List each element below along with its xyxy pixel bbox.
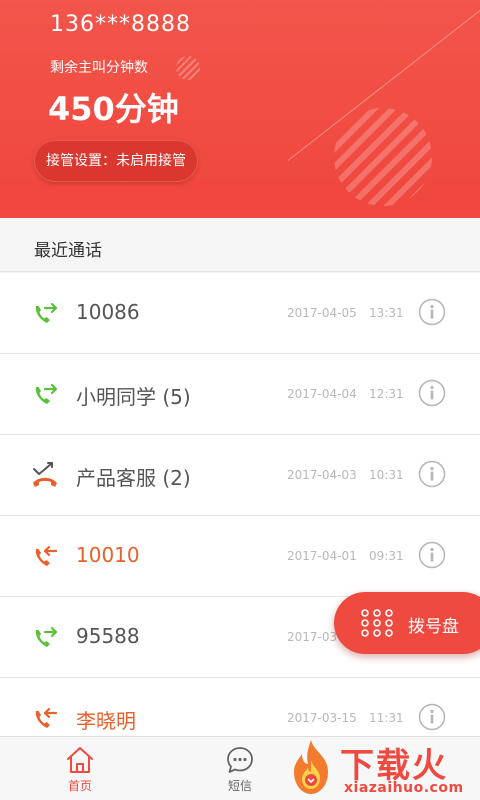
call-date: 2017-03-15 bbox=[287, 711, 357, 725]
outgoing-call-icon bbox=[35, 626, 58, 647]
call-name: 10010 bbox=[76, 543, 140, 567]
info-icon[interactable] bbox=[418, 460, 446, 488]
dialpad-grid-icon bbox=[361, 609, 393, 637]
call-date: 2017-04-05 bbox=[287, 306, 357, 320]
info-icon[interactable] bbox=[418, 298, 446, 326]
call-date: 2017-04-03 bbox=[287, 468, 357, 482]
recent-calls-header: 最近通话 bbox=[0, 218, 480, 272]
call-name: 李晓明 bbox=[76, 709, 136, 733]
info-icon[interactable] bbox=[418, 541, 446, 569]
call-row[interactable]: 10086 2017-04-05 13:31 bbox=[0, 273, 480, 354]
call-name: 产品客服 (2) bbox=[76, 466, 191, 490]
account-header: 136***8888 剩余主叫分钟数 450分钟 接管设置：未启用接管 bbox=[0, 0, 480, 218]
takeover-settings-button[interactable]: 接管设置：未启用接管 bbox=[34, 140, 198, 182]
call-row[interactable]: 小明同学 (5) 2017-04-04 12:31 bbox=[0, 354, 480, 435]
flame-logo-icon bbox=[294, 740, 328, 794]
message-bubble-icon bbox=[227, 747, 253, 773]
call-time: 13:31 bbox=[369, 306, 404, 320]
minutes-label: 剩余主叫分钟数 bbox=[50, 60, 148, 76]
outgoing-call-icon bbox=[35, 383, 58, 404]
minutes-value: 450分钟 bbox=[48, 90, 179, 128]
call-date: 2017-04-01 bbox=[287, 549, 357, 563]
dialpad-label: 拨号盘 bbox=[408, 617, 459, 637]
call-row[interactable]: 产品客服 (2) 2017-04-03 10:31 bbox=[0, 435, 480, 516]
home-icon bbox=[67, 747, 93, 773]
dialpad-button[interactable]: 拨号盘 bbox=[334, 592, 480, 654]
call-row[interactable]: 10010 2017-04-01 09:31 bbox=[0, 516, 480, 597]
info-icon[interactable] bbox=[418, 703, 446, 731]
nav-sms[interactable]: 短信 bbox=[210, 745, 270, 799]
missed-call-icon bbox=[33, 462, 57, 487]
call-list: 10086 2017-04-05 13:31 小明同学 (5) 2017-04-… bbox=[0, 273, 480, 759]
call-date: 2017-04-04 bbox=[287, 387, 357, 401]
call-time: 11:31 bbox=[369, 711, 404, 725]
watermark-url: xiazaihuo.com bbox=[344, 780, 464, 796]
incoming-call-icon bbox=[35, 545, 58, 566]
call-name: 小明同学 (5) bbox=[76, 385, 191, 409]
watermark-logo: 下载火 xiazaihuo.com bbox=[282, 738, 480, 800]
call-date: 2017-03 bbox=[287, 630, 338, 644]
call-name: 10086 bbox=[76, 300, 140, 324]
call-time: 10:31 bbox=[369, 468, 404, 482]
nav-sms-label: 短信 bbox=[227, 779, 252, 793]
phone-number: 136***8888 bbox=[50, 12, 191, 37]
nav-home-label: 首页 bbox=[67, 779, 92, 793]
info-icon[interactable] bbox=[418, 379, 446, 407]
call-time: 09:31 bbox=[369, 549, 404, 563]
call-name: 95588 bbox=[76, 624, 140, 648]
call-time: 12:31 bbox=[369, 387, 404, 401]
decorative-circle-small bbox=[176, 56, 200, 80]
recent-calls-title: 最近通话 bbox=[34, 241, 102, 261]
incoming-call-icon bbox=[35, 707, 58, 728]
outgoing-call-icon bbox=[35, 302, 58, 323]
nav-home[interactable]: 首页 bbox=[50, 745, 110, 799]
decorative-circle-large bbox=[334, 108, 432, 206]
